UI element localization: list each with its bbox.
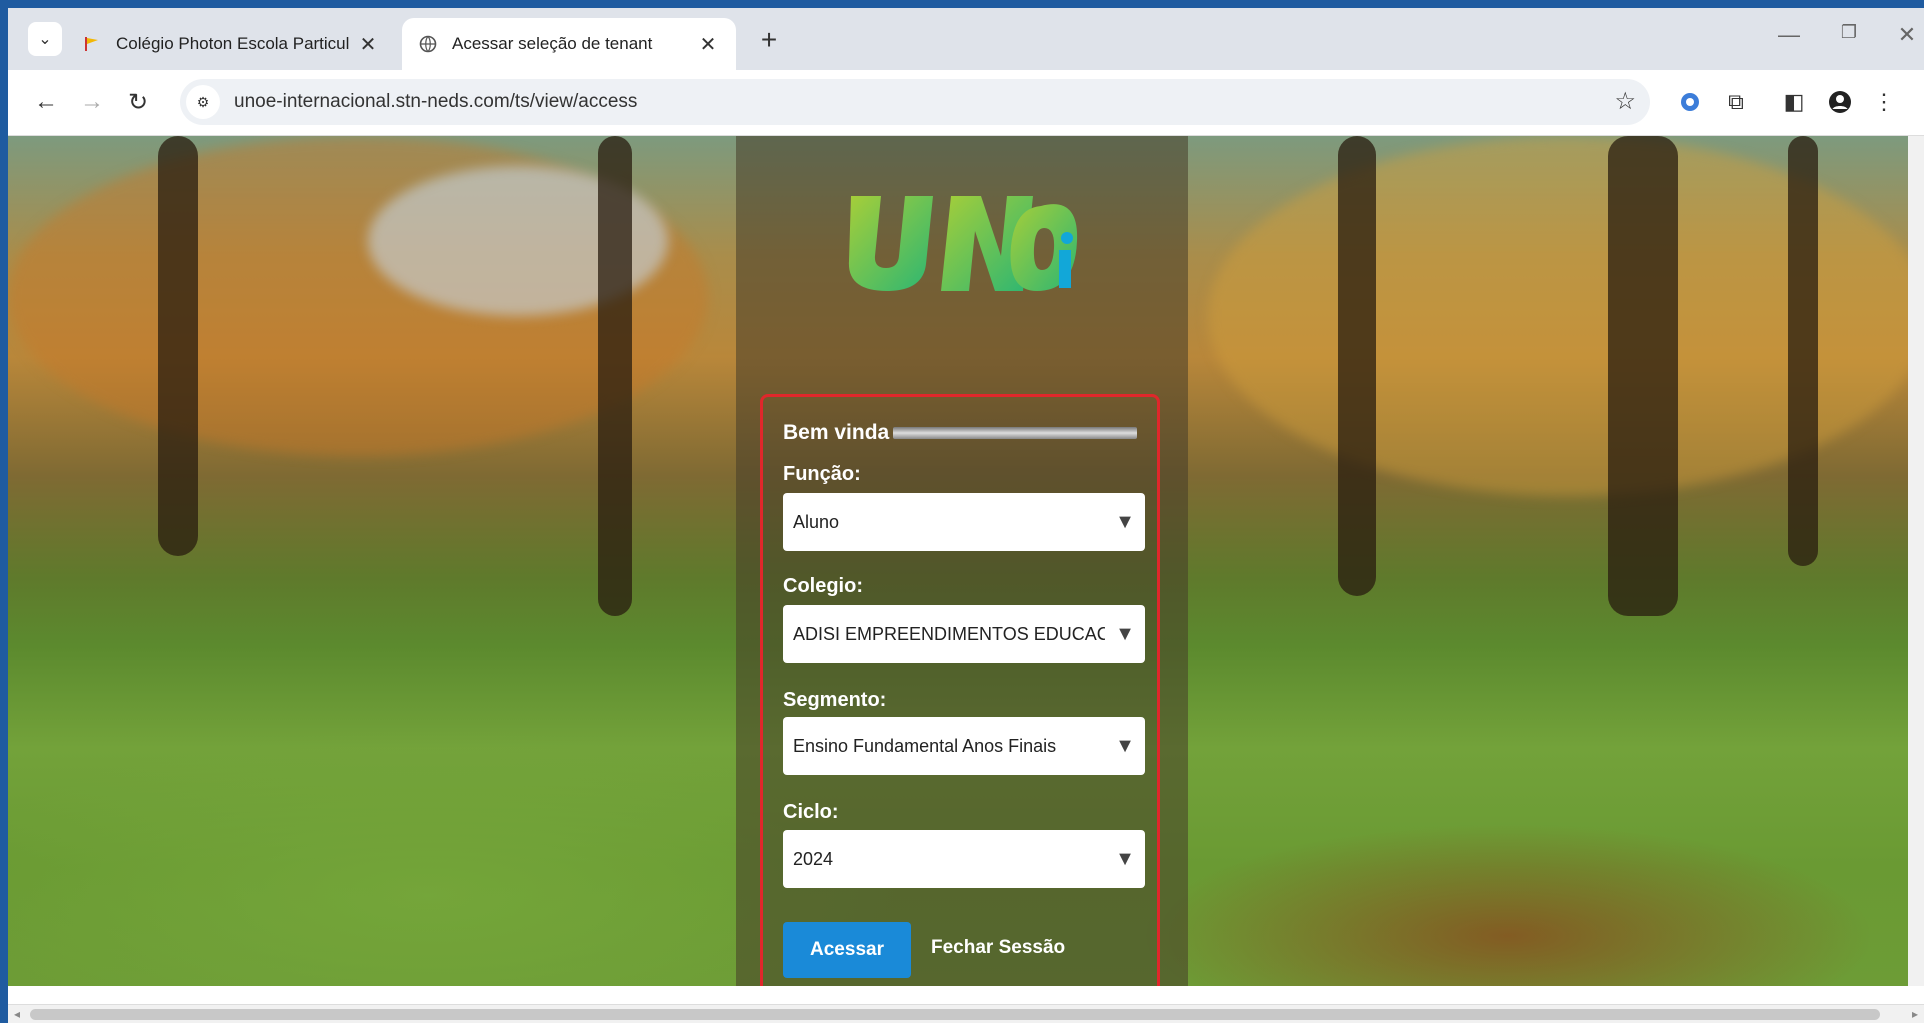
side-panel-icon[interactable]: ◧ — [1778, 86, 1810, 118]
login-panel: Bem vinda Função: Aluno ▼ Colegio: ADISI… — [736, 136, 1188, 986]
browser-toolbar: ← → ↻ ⚙ unoe-internacional.stn-neds.com/… — [8, 70, 1924, 136]
dropdown-arrow-icon: ▼ — [1115, 510, 1135, 533]
horizontal-scrollbar[interactable]: ◂ ▸ — [8, 1004, 1924, 1023]
vertical-scrollbar[interactable] — [1908, 136, 1924, 986]
address-bar[interactable]: ⚙ unoe-internacional.stn-neds.com/ts/vie… — [180, 79, 1650, 125]
back-arrow-icon[interactable]: ← — [28, 84, 64, 120]
scrollbar-thumb[interactable] — [30, 1009, 1880, 1020]
colegio-select[interactable]: ADISI EMPREENDIMENTOS EDUCACIONAIS ▼ — [783, 605, 1145, 663]
funcao-value: Aluno — [793, 511, 840, 532]
ciclo-value: 2024 — [793, 848, 834, 869]
tree-trunk — [1608, 136, 1678, 616]
url-text: unoe-internacional.stn-neds.com/ts/view/… — [234, 91, 638, 112]
minimize-icon[interactable]: — — [1774, 22, 1804, 48]
segmento-select[interactable]: Ensino Fundamental Anos Finais ▼ — [783, 717, 1145, 775]
forward-arrow-icon[interactable]: → — [74, 84, 110, 120]
dropdown-arrow-icon: ▼ — [1115, 734, 1135, 757]
ciclo-select[interactable]: 2024 ▼ — [783, 830, 1145, 888]
close-tab-icon[interactable]: ✕ — [696, 32, 720, 57]
colegio-value: ADISI EMPREENDIMENTOS EDUCACIONAIS — [793, 623, 1105, 644]
tab-title: Colégio Photon Escola Particul — [116, 34, 350, 53]
tab-strip: ⌄ Colégio Photon Escola Particul ✕ Acess… — [8, 8, 1924, 70]
menu-kebab-icon[interactable]: ⋮ — [1868, 86, 1900, 118]
redacted-user-name — [893, 427, 1138, 439]
fechar-sessao-link[interactable]: Fechar Sessão — [931, 937, 1065, 959]
extension-icon[interactable] — [1674, 86, 1706, 118]
page-content: Bem vinda Função: Aluno ▼ Colegio: ADISI… — [8, 136, 1924, 986]
school-flag-icon — [82, 34, 102, 54]
bookmark-star-icon[interactable]: ☆ — [1614, 87, 1636, 116]
unoi-logo — [848, 196, 1078, 291]
welcome-heading: Bem vinda — [783, 421, 1138, 445]
scroll-left-icon[interactable]: ◂ — [14, 1007, 20, 1021]
tenant-selection-form: Bem vinda Função: Aluno ▼ Colegio: ADISI… — [760, 394, 1160, 986]
tab-acessar-tenant[interactable]: Acessar seleção de tenant ✕ — [402, 18, 736, 70]
welcome-text: Bem vinda — [783, 421, 890, 444]
tree-trunk — [158, 136, 198, 556]
tab-search-button[interactable]: ⌄ — [28, 22, 62, 56]
globe-icon — [418, 34, 438, 54]
profile-avatar-icon[interactable] — [1824, 86, 1856, 118]
close-window-icon[interactable]: ✕ — [1892, 22, 1922, 48]
tab-colegio-photon[interactable]: Colégio Photon Escola Particul ✕ — [66, 18, 396, 70]
restore-icon[interactable]: ❐ — [1834, 22, 1864, 43]
scroll-right-icon[interactable]: ▸ — [1912, 1007, 1918, 1021]
segmento-label: Segmento: — [783, 689, 887, 711]
extensions-puzzle-icon[interactable]: ⧉ — [1720, 86, 1752, 118]
dropdown-arrow-icon: ▼ — [1115, 847, 1135, 870]
tree-trunk — [1788, 136, 1818, 566]
tab-title: Acessar seleção de tenant — [452, 34, 653, 53]
close-tab-icon[interactable]: ✕ — [356, 32, 380, 57]
funcao-select[interactable]: Aluno ▼ — [783, 493, 1145, 551]
acessar-button[interactable]: Acessar — [783, 922, 911, 978]
ciclo-label: Ciclo: — [783, 801, 839, 823]
reload-icon[interactable]: ↻ — [120, 84, 156, 120]
colegio-label: Colegio: — [783, 575, 863, 597]
site-info-icon[interactable]: ⚙ — [186, 85, 220, 119]
dropdown-arrow-icon: ▼ — [1115, 622, 1135, 645]
tree-trunk — [598, 136, 632, 616]
browser-window: ⌄ Colégio Photon Escola Particul ✕ Acess… — [8, 8, 1924, 1023]
tree-trunk — [1338, 136, 1376, 596]
new-tab-button[interactable]: + — [754, 24, 784, 56]
segmento-value: Ensino Fundamental Anos Finais — [793, 735, 1057, 756]
funcao-label: Função: — [783, 463, 861, 485]
